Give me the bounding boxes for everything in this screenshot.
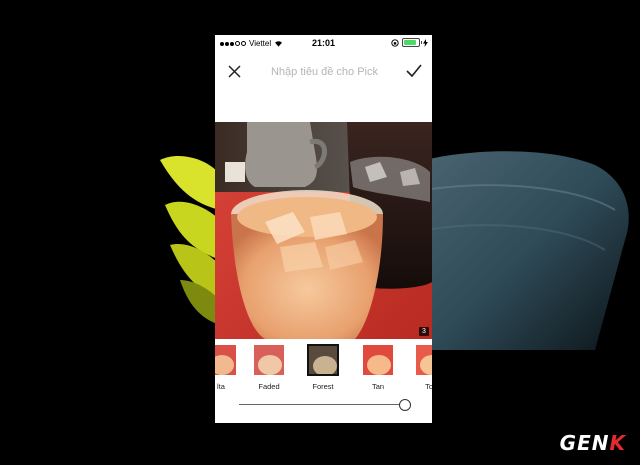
title-input-placeholder[interactable]: Nhập tiêu đề cho Pick	[255, 66, 394, 78]
filter-thumbnail	[253, 344, 285, 376]
filter-label: Forest	[312, 382, 334, 391]
phone-screen: Viettel 21:01 Nhập tiêu đề cho Pick 3 lt…	[215, 35, 432, 423]
filter-label: Tan	[371, 382, 385, 391]
filter-thumbnail	[362, 344, 394, 376]
slider-knob[interactable]	[399, 399, 411, 411]
photo-count-badge: 3	[419, 327, 429, 336]
filter-strip: lta Faded Forest Tan Tok	[215, 344, 432, 394]
checkmark-icon[interactable]	[406, 64, 422, 78]
filter-item[interactable]: Tan	[358, 344, 398, 391]
rotation-lock-icon	[391, 38, 399, 47]
drink-photo	[215, 122, 432, 339]
filter-thumbnail	[307, 344, 339, 376]
filter-label: lta	[217, 382, 225, 391]
battery-icon	[402, 38, 422, 47]
status-bar: Viettel 21:01	[215, 35, 432, 53]
slider-track	[239, 404, 409, 405]
filter-strength-slider[interactable]	[239, 398, 411, 412]
filter-thumbnail	[415, 344, 432, 376]
filter-thumbnail	[215, 344, 237, 376]
close-icon[interactable]	[228, 65, 241, 78]
background-flower	[160, 155, 220, 325]
photo-preview[interactable]: 3	[215, 122, 432, 339]
filter-item[interactable]: Forest	[303, 344, 343, 391]
logo-text-white: GEN	[559, 431, 610, 455]
header-bar: Nhập tiêu đề cho Pick	[215, 57, 432, 87]
logo-text-red: K	[609, 431, 626, 455]
filter-item[interactable]: Tok	[411, 344, 432, 391]
genk-logo: GENK	[560, 431, 626, 455]
filter-label: Tok	[425, 382, 432, 391]
background-cloth	[425, 151, 629, 350]
filter-item[interactable]: Faded	[249, 344, 289, 391]
charging-icon	[423, 38, 428, 47]
filter-label: Faded	[258, 382, 280, 391]
filter-item[interactable]: lta	[215, 344, 241, 391]
